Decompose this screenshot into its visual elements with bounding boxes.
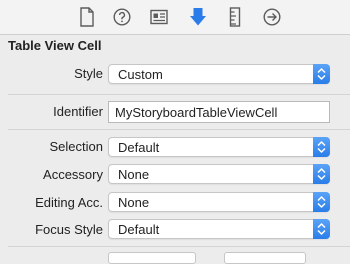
editing-accessory-label: Editing Acc. [35,195,103,210]
next-row-field[interactable] [108,252,196,264]
editing-accessory-value: None [118,195,150,210]
accessory-label: Accessory [43,167,103,182]
focus-style-value: Default [118,222,160,237]
editing-accessory-popup[interactable]: None [108,192,330,212]
identifier-field[interactable] [109,102,329,122]
chevron-up-down-icon [317,222,326,236]
identifier-label: Identifier [53,104,103,119]
connections-inspector-icon[interactable] [261,6,283,28]
selection-popup-stepper[interactable] [313,137,330,157]
style-popup[interactable]: Custom [108,64,330,84]
style-value: Custom [118,67,163,82]
section-title: Table View Cell [8,38,102,53]
next-row-field-secondary[interactable] [224,252,306,264]
separator [8,129,350,130]
accessory-popup[interactable]: None [108,164,330,184]
identity-inspector-icon[interactable] [148,6,170,28]
selection-label: Selection [49,139,103,154]
chevron-up-down-icon [317,140,326,154]
separator [8,246,350,247]
chevron-up-down-icon [317,195,326,209]
editing-accessory-popup-stepper[interactable] [313,192,330,212]
help-icon[interactable] [111,6,133,28]
selection-popup[interactable]: Default [108,137,330,157]
identifier-field-container [108,101,330,123]
separator [8,94,350,95]
attributes-inspector-icon[interactable] [187,6,209,28]
file-inspector-icon[interactable] [76,6,98,28]
chevron-up-down-icon [317,167,326,181]
selection-value: Default [118,140,160,155]
chevron-up-down-icon [317,67,326,81]
focus-style-label: Focus Style [35,222,103,237]
style-popup-stepper[interactable] [313,64,330,84]
inspector-toolbar [0,0,350,35]
style-label: Style [74,66,103,81]
focus-style-popup[interactable]: Default [108,219,330,239]
accessory-value: None [118,167,150,182]
accessory-popup-stepper[interactable] [313,164,330,184]
focus-style-popup-stepper[interactable] [313,219,330,239]
size-inspector-icon[interactable] [224,6,246,28]
